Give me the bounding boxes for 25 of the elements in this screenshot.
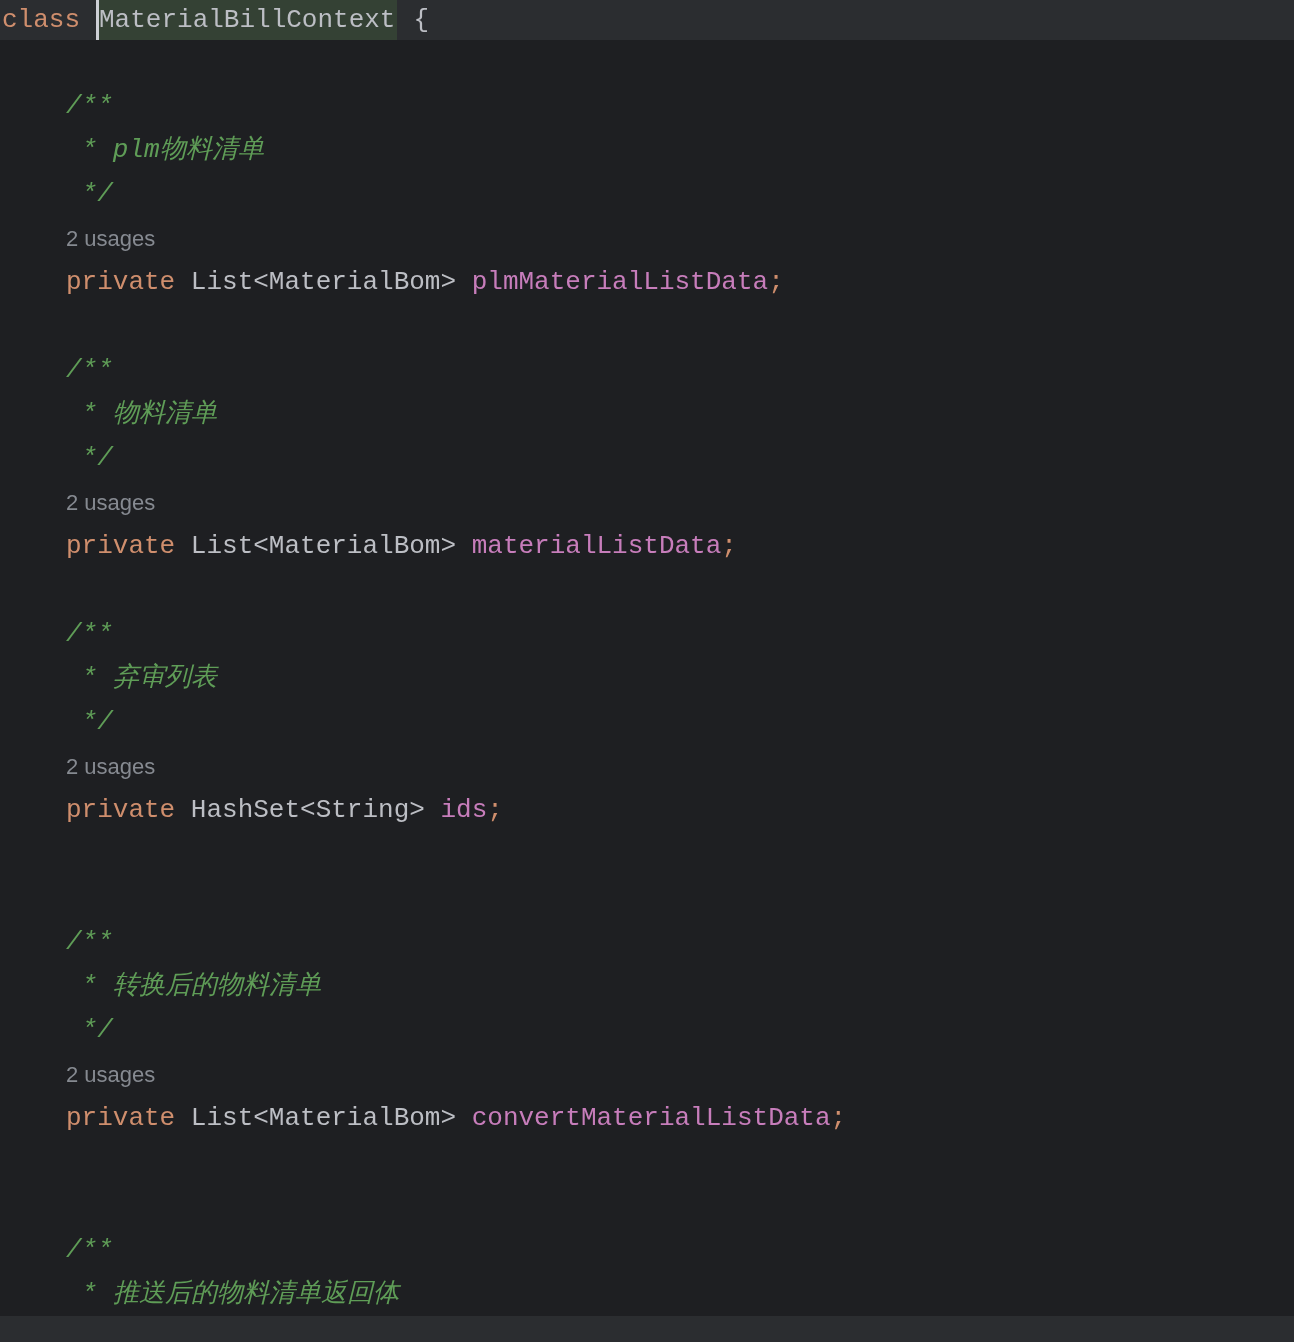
code-comment: */ — [80, 705, 113, 739]
code-comment: */ — [80, 177, 113, 211]
code-comment: /** — [66, 617, 113, 651]
code-line: private List<MaterialBom> plmMaterialListData; — [66, 265, 784, 299]
code-comment: * 转换后的物料清单 — [80, 969, 321, 1003]
usages-hint[interactable]: 2 usages — [66, 221, 156, 255]
usages-hint[interactable]: 2 usages — [66, 485, 156, 519]
code-comment: */ — [80, 441, 113, 475]
code-comment: /** — [66, 353, 113, 387]
code-comment: /** — [66, 1233, 113, 1267]
class-name: MaterialBillContext — [96, 0, 398, 40]
code-comment: * 推送后的物料清单返回体 — [80, 1277, 399, 1311]
code-comment: * 弃审列表 — [80, 661, 217, 695]
usages-hint[interactable]: 2 usages — [66, 749, 156, 783]
code-keyword: class — [1, 3, 80, 37]
code-comment: /** — [66, 925, 113, 959]
code-comment: */ — [80, 1013, 113, 1047]
code-comment: /** — [66, 89, 113, 123]
code-comment: * plm物料清单 — [80, 133, 264, 167]
usages-hint[interactable]: 2 usages — [66, 1057, 156, 1091]
code-line: private HashSet<String> ids; — [66, 793, 503, 827]
code-line: private List<MaterialBom> convertMaterialListData; — [66, 1101, 847, 1135]
code-brace: { — [413, 3, 430, 37]
code-line: private List<MaterialBom> materialListData; — [66, 529, 737, 563]
code-comment: * 物料清单 — [80, 397, 217, 431]
